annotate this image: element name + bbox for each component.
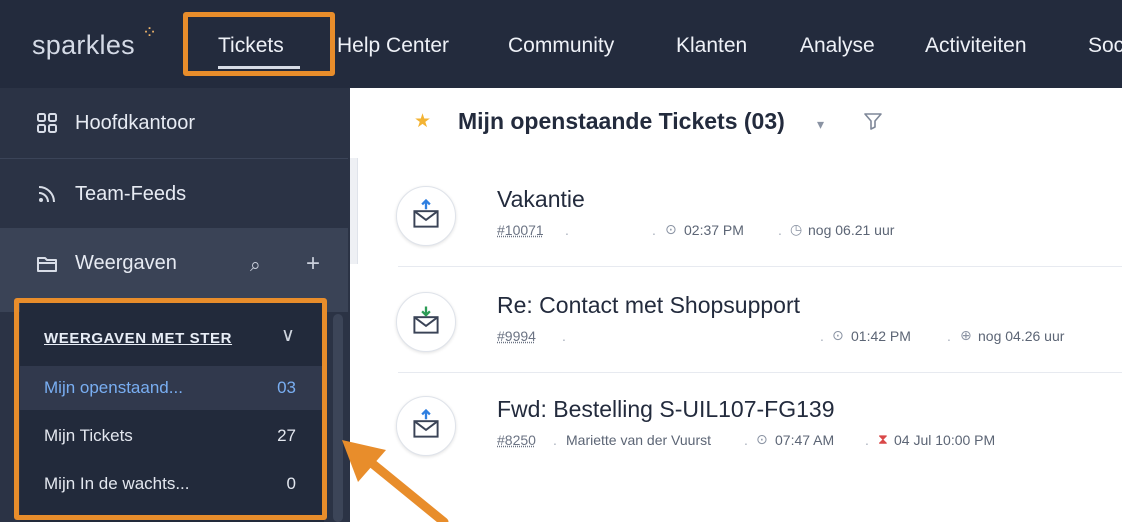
nav-tab-klanten[interactable]: Klanten (676, 34, 747, 58)
sidebar-item-label: Team-Feeds (75, 183, 187, 205)
annotation-arrow (342, 440, 449, 522)
ticket-subject[interactable]: Fwd: Bestelling S-UIL107-FG139 (497, 396, 835, 423)
grid-icon (37, 113, 57, 133)
filter-icon[interactable] (862, 110, 884, 132)
rss-icon (38, 186, 55, 203)
meta-separator: . (947, 328, 951, 344)
clock-icon: ⊙ (832, 327, 844, 343)
nav-tab-activiteiten[interactable]: Activiteiten (925, 34, 1027, 58)
view-title[interactable]: Mijn openstaande Tickets (03) (458, 108, 785, 135)
ticket-number[interactable]: #10071 (497, 222, 544, 238)
meta-separator: . (553, 432, 557, 448)
envelope-icon (413, 198, 439, 228)
search-icon[interactable]: ⌕ (250, 255, 261, 277)
escalation-icon: ⊕ (960, 327, 972, 343)
star-icon[interactable]: ★ (414, 110, 431, 133)
nav-tab-social[interactable]: Soc (1088, 34, 1122, 58)
caret-down-icon[interactable]: ▾ (817, 116, 824, 133)
hourglass-icon: ⧗ (878, 431, 888, 447)
ticket-contact[interactable]: Mariette van der Vuurst (566, 432, 711, 448)
add-view-icon[interactable]: + (306, 250, 320, 278)
nav-tab-analyse[interactable]: Analyse (800, 34, 875, 58)
meta-separator: . (562, 328, 566, 344)
sparkle-icon: ⁘ (142, 22, 158, 42)
ticket-subject[interactable]: Vakantie (497, 186, 585, 213)
ticket-status-icon (396, 292, 456, 352)
clock-icon: ⊙ (756, 431, 768, 447)
ticket-time: 02:37 PM (684, 222, 744, 238)
envelope-icon (413, 306, 439, 334)
folder-icon (37, 257, 57, 272)
sidebar-item-label: Hoofdkantoor (75, 112, 196, 134)
sidebar-item-hoofdkantoor[interactable]: Hoofdkantoor (0, 88, 348, 152)
nav-tab-community[interactable]: Community (508, 34, 614, 58)
meta-separator: . (652, 222, 656, 238)
meta-separator: . (865, 432, 869, 448)
sidebar-item-label: Weergaven (75, 252, 177, 274)
ticket-sla: nog 04.26 uur (978, 328, 1065, 344)
ticket-status-icon (396, 186, 456, 246)
meta-separator: . (820, 328, 824, 344)
starred-views-highlight-box (14, 298, 327, 520)
brand-logo[interactable]: sparkles (32, 30, 135, 61)
ticket-number[interactable]: #9994 (497, 328, 536, 344)
selected-ticket-indicator (350, 158, 358, 264)
divider (398, 266, 1122, 267)
ticket-number[interactable]: #8250 (497, 432, 536, 448)
nav-tab-help-center[interactable]: Help Center (337, 34, 449, 58)
divider (398, 372, 1122, 373)
sidebar-item-team-feeds[interactable]: Team-Feeds (0, 158, 348, 222)
meta-separator: . (778, 222, 782, 238)
ticket-sla: nog 06.21 uur (808, 222, 895, 238)
meta-separator: . (565, 222, 569, 238)
tickets-tab-highlight-box (183, 12, 335, 76)
top-navigation-bar: sparkles ⁘ Tickets Help Center Community… (0, 0, 1122, 88)
ticket-subject[interactable]: Re: Contact met Shopsupport (497, 292, 800, 319)
clock-icon: ⊙ (665, 221, 677, 237)
meta-separator: . (744, 432, 748, 448)
ticket-time: 01:42 PM (851, 328, 911, 344)
ticket-time: 07:47 AM (775, 432, 835, 448)
timer-icon: ◷ (790, 221, 803, 237)
ticket-due-date: 04 Jul 10:00 PM (894, 432, 996, 448)
